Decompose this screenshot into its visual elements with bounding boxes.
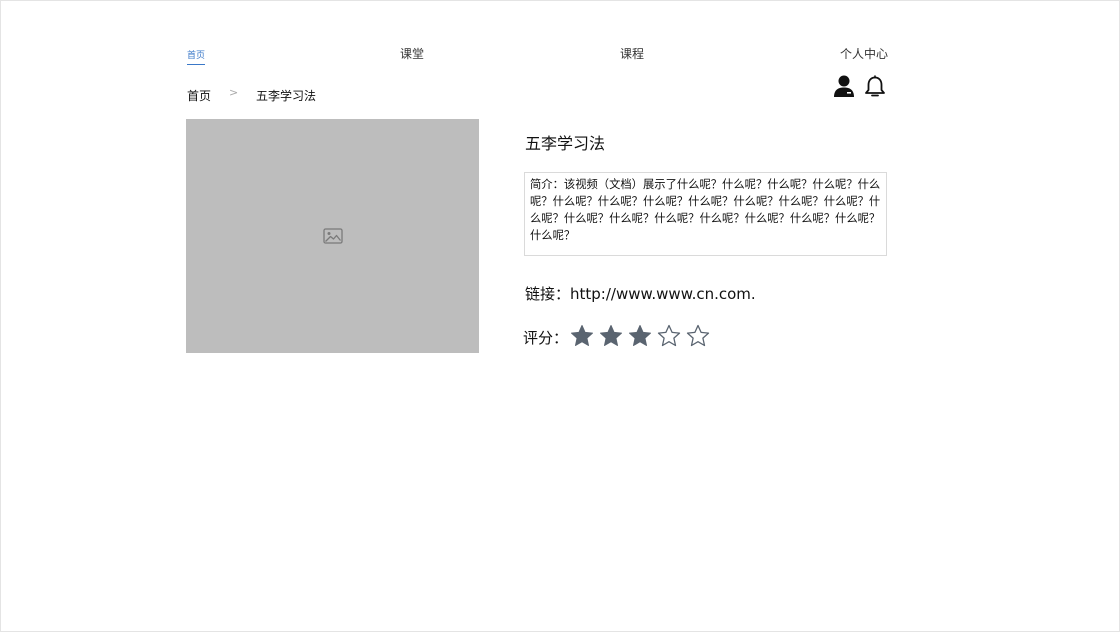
nav-home[interactable]: 首页	[187, 48, 206, 65]
image-placeholder-icon	[323, 228, 343, 244]
content-title: 五李学习法	[525, 134, 606, 153]
breadcrumb-separator: >	[229, 86, 239, 99]
link-row: 链接：http://www.www.cn.com.	[525, 283, 756, 304]
rating-stars	[570, 324, 710, 348]
star-filled-icon[interactable]	[599, 324, 623, 348]
breadcrumb-current: 五李学习法	[256, 89, 317, 103]
star-filled-icon[interactable]	[570, 324, 594, 348]
nav-kecheng[interactable]: 课程	[620, 45, 644, 62]
breadcrumb-home[interactable]: 首页	[187, 87, 211, 104]
media-placeholder[interactable]	[186, 119, 479, 353]
star-filled-icon[interactable]	[628, 324, 652, 348]
user-icon[interactable]	[833, 75, 855, 99]
nav-ketang[interactable]: 课堂	[400, 45, 424, 62]
link-value[interactable]: http://www.www.cn.com.	[570, 285, 756, 303]
link-label: 链接：	[525, 285, 571, 303]
star-empty-icon[interactable]	[686, 324, 710, 348]
description-box: 简介：该视频（文档）展示了什么呢？什么呢？什么呢？什么呢？什么呢？什么呢？什么呢…	[524, 172, 887, 256]
rating-label: 评分：	[523, 329, 569, 347]
star-empty-icon[interactable]	[657, 324, 681, 348]
nav-user-center[interactable]: 个人中心	[840, 45, 888, 62]
bell-icon[interactable]	[864, 75, 886, 99]
page-frame	[0, 0, 1120, 632]
